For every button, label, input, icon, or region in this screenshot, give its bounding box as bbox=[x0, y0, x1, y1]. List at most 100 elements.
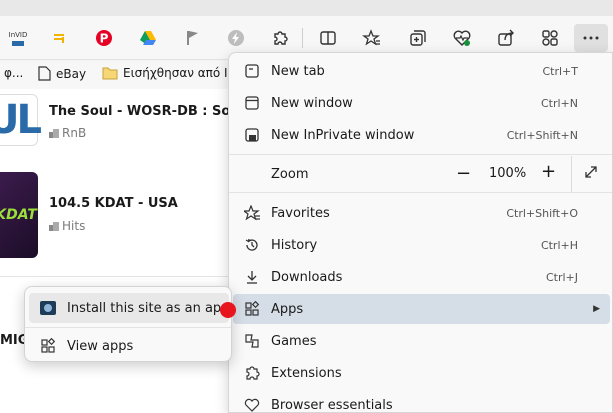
menu-item-downloads[interactable]: Downloads Ctrl+J bbox=[233, 262, 610, 292]
menu-shortcut: Ctrl+T bbox=[542, 64, 578, 78]
station-genre: Hits bbox=[49, 219, 85, 233]
flag-icon bbox=[187, 31, 198, 45]
menu-label: Apps bbox=[271, 301, 304, 317]
favorite-label: eBay bbox=[56, 66, 87, 81]
station-list: UL The Soul - WOSR-DB : Soul S RnB KDAT … bbox=[0, 89, 258, 279]
genre-icon bbox=[49, 129, 59, 138]
browser-essentials-button[interactable] bbox=[448, 24, 476, 52]
divider bbox=[0, 276, 228, 277]
puzzle-icon bbox=[274, 31, 288, 45]
split-screen-icon bbox=[320, 31, 336, 45]
favorites-button[interactable] bbox=[358, 24, 386, 52]
menu-item-history[interactable]: History Ctrl+H bbox=[233, 230, 610, 260]
svg-text:P: P bbox=[100, 32, 109, 46]
menu-shortcut: Ctrl+N bbox=[540, 96, 578, 110]
heart-icon bbox=[244, 398, 260, 412]
menu-item-extensions[interactable]: Extensions bbox=[233, 358, 610, 388]
extensions-button[interactable] bbox=[266, 24, 294, 52]
folder-icon bbox=[102, 67, 118, 80]
submenu-divider bbox=[25, 327, 231, 328]
nodes-icon bbox=[542, 30, 558, 46]
invid-label: InVID bbox=[8, 30, 28, 39]
chevron-right-icon: ▶ bbox=[593, 304, 600, 314]
cursor-marker bbox=[220, 302, 236, 318]
favorite-item-ebay[interactable]: eBay bbox=[38, 66, 86, 81]
invid-icon bbox=[12, 40, 24, 46]
submenu-item-view-apps[interactable]: View apps bbox=[29, 331, 229, 361]
menu-shortcut: Ctrl+J bbox=[545, 270, 578, 284]
station-title[interactable]: The Soul - WOSR-DB : Soul S bbox=[49, 104, 258, 119]
menu-label: Games bbox=[271, 333, 317, 349]
menu-shortcut: Ctrl+Shift+O bbox=[506, 206, 578, 220]
menu-label: New window bbox=[271, 95, 353, 111]
favorite-label: Εισήχθησαν από Ιn bbox=[123, 66, 236, 80]
favorites-star-icon bbox=[362, 29, 380, 46]
menu-label: Browser essentials bbox=[271, 397, 393, 413]
share-button[interactable] bbox=[492, 24, 520, 52]
page-icon bbox=[38, 66, 51, 81]
menu-item-browser-essentials[interactable]: Browser essentials bbox=[233, 390, 610, 413]
split-screen-button[interactable] bbox=[314, 24, 342, 52]
menu-label: Extensions bbox=[271, 365, 342, 381]
pinterest-button[interactable]: P bbox=[90, 24, 118, 52]
genre-icon bbox=[49, 222, 59, 231]
apps-icon bbox=[245, 301, 260, 316]
menu-divider bbox=[229, 154, 612, 155]
new-tab-icon bbox=[245, 64, 259, 78]
submenu-label: View apps bbox=[67, 338, 134, 354]
pinterest-icon: P bbox=[96, 30, 112, 46]
menu-item-new-inprivate-window[interactable]: New InPrivate window Ctrl+Shift+N bbox=[233, 120, 610, 150]
zoom-out-button[interactable]: − bbox=[456, 163, 471, 184]
menu-item-games[interactable]: Games bbox=[233, 326, 610, 356]
menu-label: New tab bbox=[271, 63, 325, 79]
station-artwork[interactable]: KDAT bbox=[0, 172, 38, 258]
menu-label: Favorites bbox=[271, 205, 330, 221]
inprivate-icon bbox=[245, 128, 259, 142]
menu-label: New InPrivate window bbox=[271, 127, 415, 143]
google-drive-icon bbox=[140, 31, 156, 45]
settings-menu: New tab Ctrl+T New window Ctrl+N New InP… bbox=[228, 52, 613, 413]
history-icon bbox=[245, 238, 258, 251]
music-icon bbox=[54, 34, 64, 43]
toolbar-divider bbox=[302, 28, 303, 48]
share-icon bbox=[498, 29, 514, 46]
invid-extension-button[interactable]: InVID bbox=[4, 24, 32, 52]
bolt-extension-button[interactable] bbox=[222, 24, 250, 52]
station-artwork[interactable]: UL bbox=[0, 94, 42, 146]
station-genre: RnB bbox=[49, 126, 86, 140]
copilot-button[interactable] bbox=[536, 24, 564, 52]
tab-strip bbox=[0, 0, 613, 16]
zoom-in-button[interactable]: + bbox=[541, 161, 556, 182]
fullscreen-icon[interactable] bbox=[582, 163, 600, 181]
menu-item-new-window[interactable]: New window Ctrl+N bbox=[233, 88, 610, 118]
collections-button[interactable] bbox=[404, 24, 432, 52]
heart-pulse-icon bbox=[453, 30, 471, 46]
zoom-divider bbox=[571, 156, 572, 192]
menu-item-new-tab[interactable]: New tab Ctrl+T bbox=[233, 56, 610, 86]
download-icon bbox=[247, 271, 257, 284]
more-dots-icon bbox=[583, 36, 599, 40]
menu-item-favorites[interactable]: Favorites Ctrl+Shift+O bbox=[233, 198, 610, 228]
station-title[interactable]: 104.5 KDAT - USA bbox=[49, 196, 178, 211]
games-icon bbox=[245, 334, 259, 348]
music-extension-button[interactable] bbox=[46, 24, 74, 52]
google-drive-button[interactable] bbox=[134, 24, 162, 52]
menu-shortcut: Ctrl+Shift+N bbox=[506, 128, 578, 142]
submenu-item-install-site-as-app[interactable]: Install this site as an app bbox=[29, 293, 229, 323]
new-window-icon bbox=[245, 96, 259, 110]
puzzle-icon bbox=[246, 366, 260, 380]
submenu-label: Install this site as an app bbox=[67, 300, 230, 316]
favorite-folder-imported[interactable]: Εισήχθησαν από Ιn bbox=[102, 66, 235, 80]
menu-label: Downloads bbox=[271, 269, 343, 285]
bolt-icon bbox=[228, 30, 244, 46]
favorite-item[interactable]: φ... bbox=[4, 66, 23, 80]
menu-item-apps[interactable]: Apps ▶ bbox=[233, 294, 610, 324]
menu-shortcut: Ctrl+H bbox=[540, 238, 578, 252]
zoom-label: Zoom bbox=[271, 166, 309, 182]
flag-button[interactable] bbox=[178, 24, 206, 52]
site-app-icon bbox=[40, 301, 56, 315]
favorite-label: φ... bbox=[4, 66, 24, 80]
settings-and-more-button[interactable] bbox=[574, 24, 608, 52]
menu-divider bbox=[229, 192, 612, 193]
apps-icon bbox=[41, 338, 56, 353]
